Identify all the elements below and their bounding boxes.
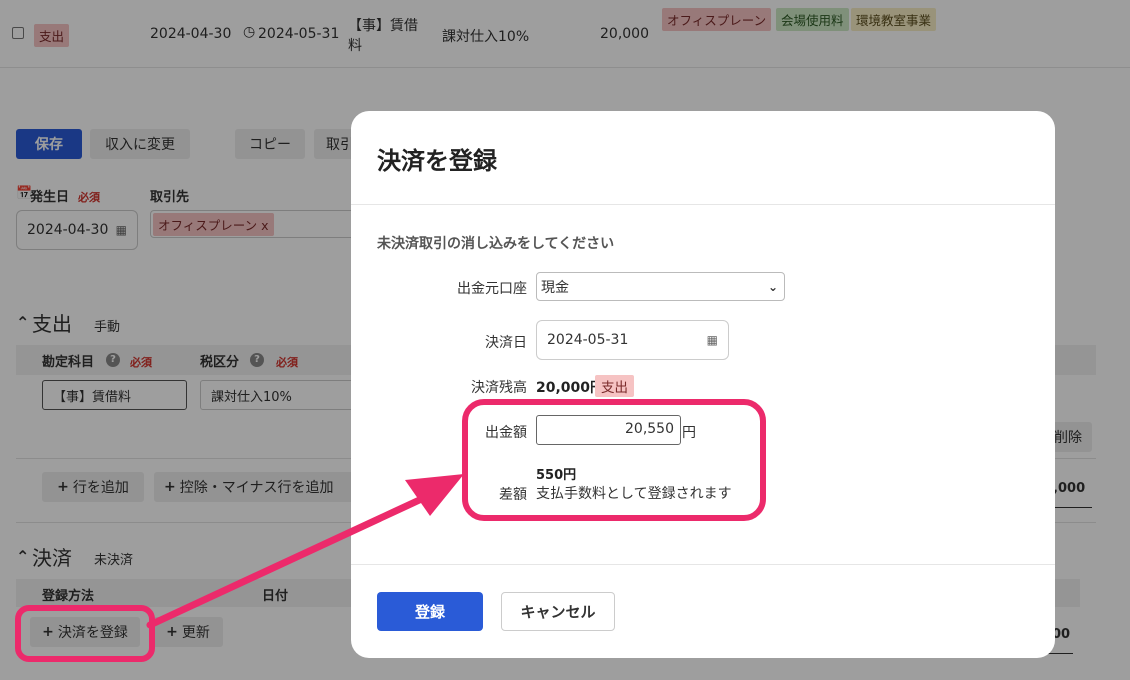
annotation-arrow — [146, 474, 464, 629]
arrow-head — [405, 474, 464, 516]
arrow-shaft — [146, 492, 432, 629]
